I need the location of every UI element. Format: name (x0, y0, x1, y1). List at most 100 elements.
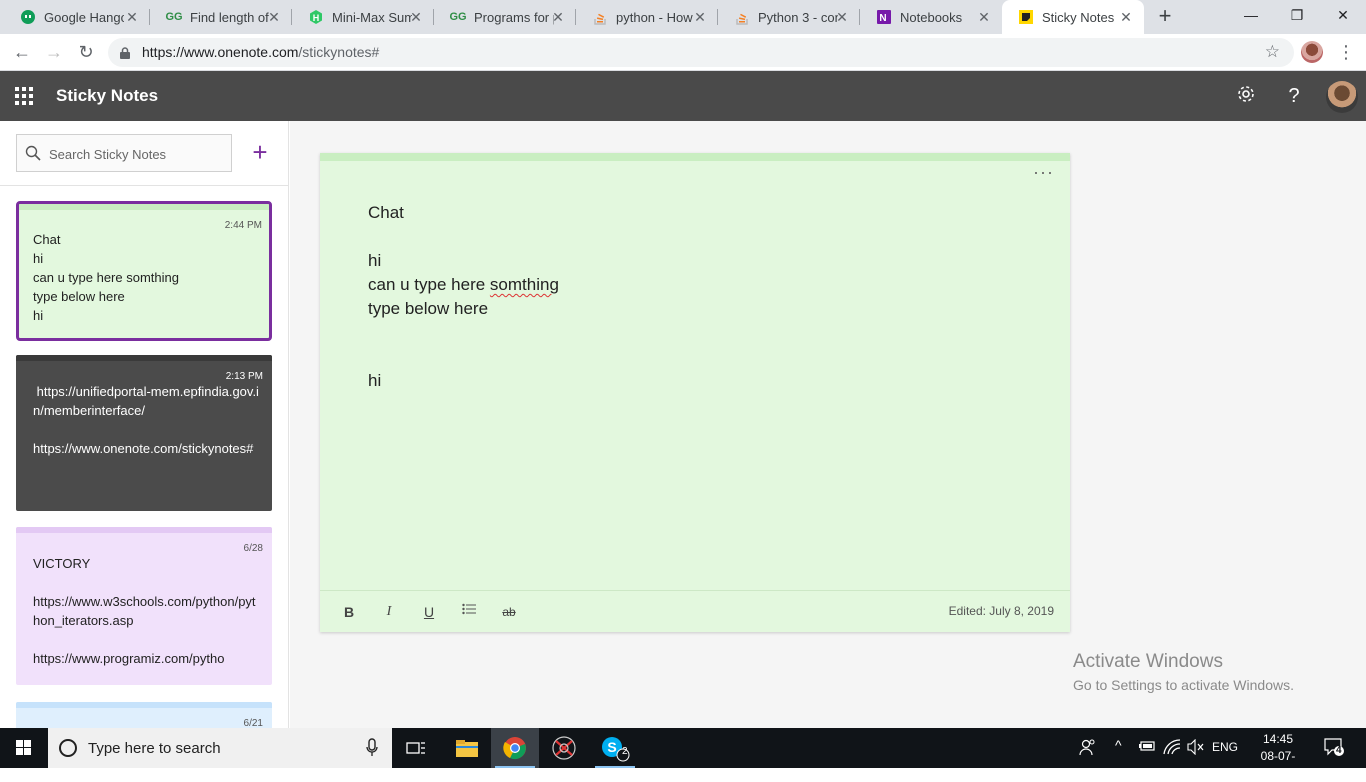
settings-gear-icon[interactable] (1234, 84, 1258, 108)
notification-count: 4 (1336, 745, 1342, 756)
stackoverflow-icon (592, 9, 608, 25)
note-line-blank (368, 321, 559, 345)
italic-icon[interactable]: I (380, 603, 398, 621)
search-box[interactable] (16, 134, 232, 172)
app-title: Sticky Notes (56, 86, 159, 105)
tab-close-icon[interactable]: ✕ (976, 9, 992, 25)
watermark-title: Activate Windows (1073, 651, 1223, 672)
tab-title: Notebooks (900, 9, 963, 25)
url-text[interactable]: https://www.onenote.com/stickynotes# (142, 44, 379, 60)
tab-title: Programs for p (474, 9, 554, 25)
tab-title: Google Hango (44, 9, 124, 25)
search-input[interactable] (49, 144, 227, 164)
chevron-up-icon[interactable]: ^ (1115, 737, 1122, 753)
note-line: hi (368, 371, 382, 390)
svg-text:H: H (313, 13, 320, 23)
add-note-button[interactable]: + (249, 139, 271, 165)
bookmark-star-icon[interactable]: ☆ (1265, 42, 1280, 62)
divider (0, 185, 288, 186)
tab-title: Python 3 - con (758, 9, 838, 25)
watermark-subtitle: Go to Settings to activate Windows. (1073, 677, 1294, 693)
app-header: Sticky Notes ? (0, 71, 1366, 121)
taskbar-search[interactable]: Type here to search (48, 728, 392, 768)
bold-icon[interactable]: B (340, 603, 358, 621)
note-line: can u type here somthing (368, 273, 559, 297)
back-icon[interactable]: ← (9, 40, 35, 64)
browser-profile-avatar[interactable] (1301, 41, 1323, 63)
windows-taskbar: Type here to search S 2 ^ ENG 14:45 08-0… (0, 728, 1366, 780)
browser-tab[interactable]: GG Find length of ✕ (150, 0, 292, 34)
tab-close-icon[interactable]: ✕ (692, 9, 708, 25)
url-path: /stickynotes# (298, 44, 380, 60)
system-clock[interactable]: 14:45 08-07-2019 (1252, 731, 1304, 782)
note-card[interactable]: 6/28 VICTORY https://www.w3schools.com/p… (16, 527, 272, 685)
note-line: hi (368, 251, 382, 270)
format-toolbar: B I U ab Edited: July 8, 2019 (320, 590, 1070, 632)
onenote-icon: N (876, 9, 892, 25)
tab-close-icon[interactable]: ✕ (1118, 9, 1134, 25)
browser-tab[interactable]: Python 3 - con ✕ (718, 0, 860, 34)
svg-text:N: N (879, 13, 886, 24)
browser-tab[interactable]: python - How ✕ (576, 0, 718, 34)
reload-icon[interactable]: ↻ (73, 40, 99, 64)
note-card[interactable]: 6/21 (16, 702, 272, 728)
chrome-taskbar-icon[interactable] (491, 728, 539, 768)
browser-tab[interactable]: H Mini-Max Sum ✕ (292, 0, 434, 34)
browser-tab-strip: Google Hango ✕ GG Find length of ✕ H Min… (0, 0, 1366, 34)
people-icon[interactable] (1079, 738, 1095, 759)
bullet-list-icon[interactable] (460, 603, 478, 621)
tab-close-icon[interactable]: ✕ (266, 9, 282, 25)
volume-muted-icon[interactable] (1186, 738, 1204, 758)
user-avatar[interactable] (1326, 81, 1358, 113)
search-icon (25, 145, 41, 161)
address-bar[interactable]: https://www.onenote.com/stickynotes# ☆ (108, 38, 1294, 67)
clock-date: 08-07-2019 (1260, 749, 1296, 780)
browser-menu-icon[interactable]: ⋮ (1336, 40, 1356, 64)
tab-close-icon[interactable]: ✕ (408, 9, 424, 25)
forward-icon[interactable]: → (41, 40, 67, 64)
note-preview: VICTORY https://www.w3schools.com/python… (33, 556, 256, 666)
snipping-tool-icon[interactable] (540, 728, 588, 768)
note-editor: ··· Chat hi can u type here somthing typ… (320, 153, 1070, 632)
browser-tab[interactable]: GG Programs for p ✕ (434, 0, 576, 34)
misspelled-word[interactable]: somthing (490, 275, 559, 294)
language-indicator[interactable]: ENG (1212, 740, 1238, 754)
taskbar-search-text: Type here to search (88, 740, 221, 757)
underline-icon[interactable]: U (420, 603, 438, 621)
tab-close-icon[interactable]: ✕ (124, 9, 140, 25)
tab-title: python - How (616, 9, 693, 25)
browser-tab[interactable]: N Notebooks ✕ (860, 0, 1002, 34)
note-line: Chat (368, 203, 404, 222)
tab-close-icon[interactable]: ✕ (834, 9, 850, 25)
new-tab-button[interactable]: + (1154, 5, 1176, 28)
windows-start-icon[interactable] (0, 728, 48, 768)
browser-tab[interactable]: Google Hango ✕ (4, 0, 150, 34)
cortana-icon (59, 739, 77, 757)
more-options-icon[interactable]: ··· (1033, 163, 1054, 181)
minimize-button[interactable]: — (1228, 0, 1274, 30)
browser-tab-active[interactable]: Sticky Notes ✕ (1002, 0, 1144, 34)
tab-close-icon[interactable]: ✕ (550, 9, 566, 25)
note-preview: Chat hi can u type here somthing type be… (33, 232, 179, 323)
note-content[interactable]: Chat hi can u type here somthing type be… (368, 201, 559, 393)
task-view-icon[interactable] (392, 728, 440, 768)
help-icon[interactable]: ? (1282, 84, 1306, 108)
microphone-icon[interactable] (366, 738, 378, 758)
note-line-blank (368, 345, 559, 369)
file-explorer-icon[interactable] (443, 728, 491, 768)
strikethrough-icon[interactable]: ab (500, 603, 518, 621)
app-launcher-icon[interactable] (15, 87, 33, 105)
browser-toolbar: ← → ↻ https://www.onenote.com/stickynote… (0, 34, 1366, 71)
wifi-icon[interactable] (1163, 739, 1181, 758)
note-card[interactable]: 2:13 PM https://unifiedportal-mem.epfind… (16, 355, 272, 511)
battery-icon[interactable] (1138, 740, 1156, 755)
note-card-selected[interactable]: 2:44 PM Chat hi can u type here somthing… (16, 201, 272, 341)
close-window-button[interactable]: ✕ (1320, 0, 1366, 30)
skype-icon[interactable]: S 2 (591, 728, 639, 768)
lock-icon (120, 46, 130, 59)
notes-sidebar: + 2:44 PM Chat hi can u type here somthi… (0, 121, 289, 728)
tab-title: Sticky Notes (1042, 9, 1115, 25)
restore-button[interactable]: ❐ (1274, 0, 1320, 30)
url-host: https://www.onenote.com (142, 44, 299, 60)
action-center-icon[interactable]: 4 (1324, 738, 1344, 759)
